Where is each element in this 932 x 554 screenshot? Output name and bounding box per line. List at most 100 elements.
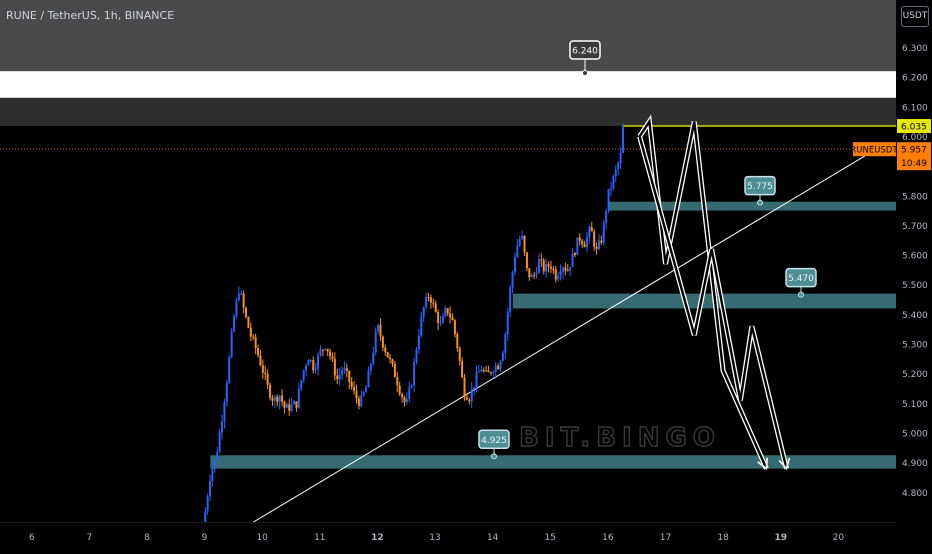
candle-body [523,235,526,253]
x-tick-label: 13 [429,533,440,543]
candle-body [290,404,293,411]
candle-body [581,240,584,245]
candle-body [321,349,324,351]
candle-body [588,226,591,238]
candle-body [206,496,209,512]
candle-body [245,307,248,317]
chart[interactable]: BIT.BINGO 5.775 5.470 4.925 6.240 4.800 4.900 5… [0,0,932,550]
candle-body [317,354,320,369]
candle-body [379,324,382,337]
x-tick-label: 14 [487,533,499,543]
candle-body [377,324,380,332]
candle-body [506,311,509,335]
candle-body [566,270,569,272]
candle-body [252,336,255,338]
candle-body [578,237,581,241]
candle-body [249,327,252,337]
candle-body [559,271,562,276]
candle-body [552,268,555,270]
candle-body [497,365,500,370]
candle-body [273,396,276,401]
candle-body [533,275,536,277]
y-tick-label: 6.200 [902,74,928,84]
candle-body [408,387,411,400]
candle-body [307,360,310,366]
candle-body [571,253,574,268]
candle-body [449,313,452,318]
candle-body [516,245,519,258]
symbol-badge-text: RUNEUSDT [850,146,898,156]
currency-button[interactable]: USDT [901,6,929,27]
candle-body [437,312,440,324]
candle-body [389,357,392,360]
candle-body [329,351,332,357]
candle-body [446,308,449,314]
candle-body [276,396,279,402]
candle-body [542,260,545,272]
candle-body [281,395,284,402]
candle-body [482,370,485,372]
resistance-badge: 6.035 [897,119,931,134]
candle-body [396,377,399,386]
candle-body [266,373,269,385]
candle-body [537,259,540,273]
candle-body [353,386,356,392]
candle-body [614,169,617,177]
target-label-dot [582,70,588,76]
y-tick-label: 5.800 [902,192,928,202]
candle-body [621,127,624,153]
candle-body [401,394,404,398]
candle-body [374,331,377,353]
y-tick-label: 4.800 [902,489,928,499]
x-tick-label: 7 [86,533,92,543]
candle-body [415,349,418,363]
candle-body [343,368,346,371]
candle-body [602,222,605,243]
candle-body [357,398,360,407]
candle-body [386,352,389,358]
candle-body [605,210,608,223]
y-tick-label: 6.300 [902,44,928,54]
candle-body [365,387,368,393]
target-label-text: 6.240 [572,47,598,57]
candle-body [398,385,401,395]
candle-body [561,267,564,272]
candle-body [456,334,459,349]
candle-body [410,385,413,388]
candle-body [341,370,344,375]
candle-body [499,360,502,370]
candle-body [489,372,492,374]
chart-title: RUNE / TetherUS, 1h, BINANCE [6,9,175,22]
candle-body [305,365,308,371]
band-white [0,71,896,98]
candle-body [540,259,543,261]
candle-body [518,238,521,246]
candle-body [501,352,504,361]
x-tick-label: 17 [660,533,671,543]
zone-label-text: 4.925 [481,436,507,446]
candle-body [617,163,620,170]
y-tick-label: 5.600 [902,252,928,262]
candle-body [576,237,579,256]
candle-body [593,231,596,247]
candle-body [348,370,351,382]
candle-body [309,359,312,361]
candle-body [326,348,329,352]
candle-body [525,252,528,269]
candle-body [242,293,245,308]
candle-body [283,401,286,408]
y-tick-label: 5.500 [902,281,928,291]
x-tick-label: 8 [144,533,150,543]
y-tick-label: 5.100 [902,400,928,410]
candle-body [468,399,471,402]
x-tick-label: 15 [545,533,556,543]
candle-body [393,363,396,378]
chart-canvas[interactable]: BIT.BINGO 5.775 5.470 4.925 6.240 4.800 4.900 5… [0,0,932,550]
candle-body [240,293,243,295]
candle-body [420,316,423,336]
candle-body [259,355,262,366]
candle-body [573,253,576,256]
candle-body [422,307,425,317]
candle-body [338,374,341,380]
x-tick-label: 12 [371,533,384,543]
